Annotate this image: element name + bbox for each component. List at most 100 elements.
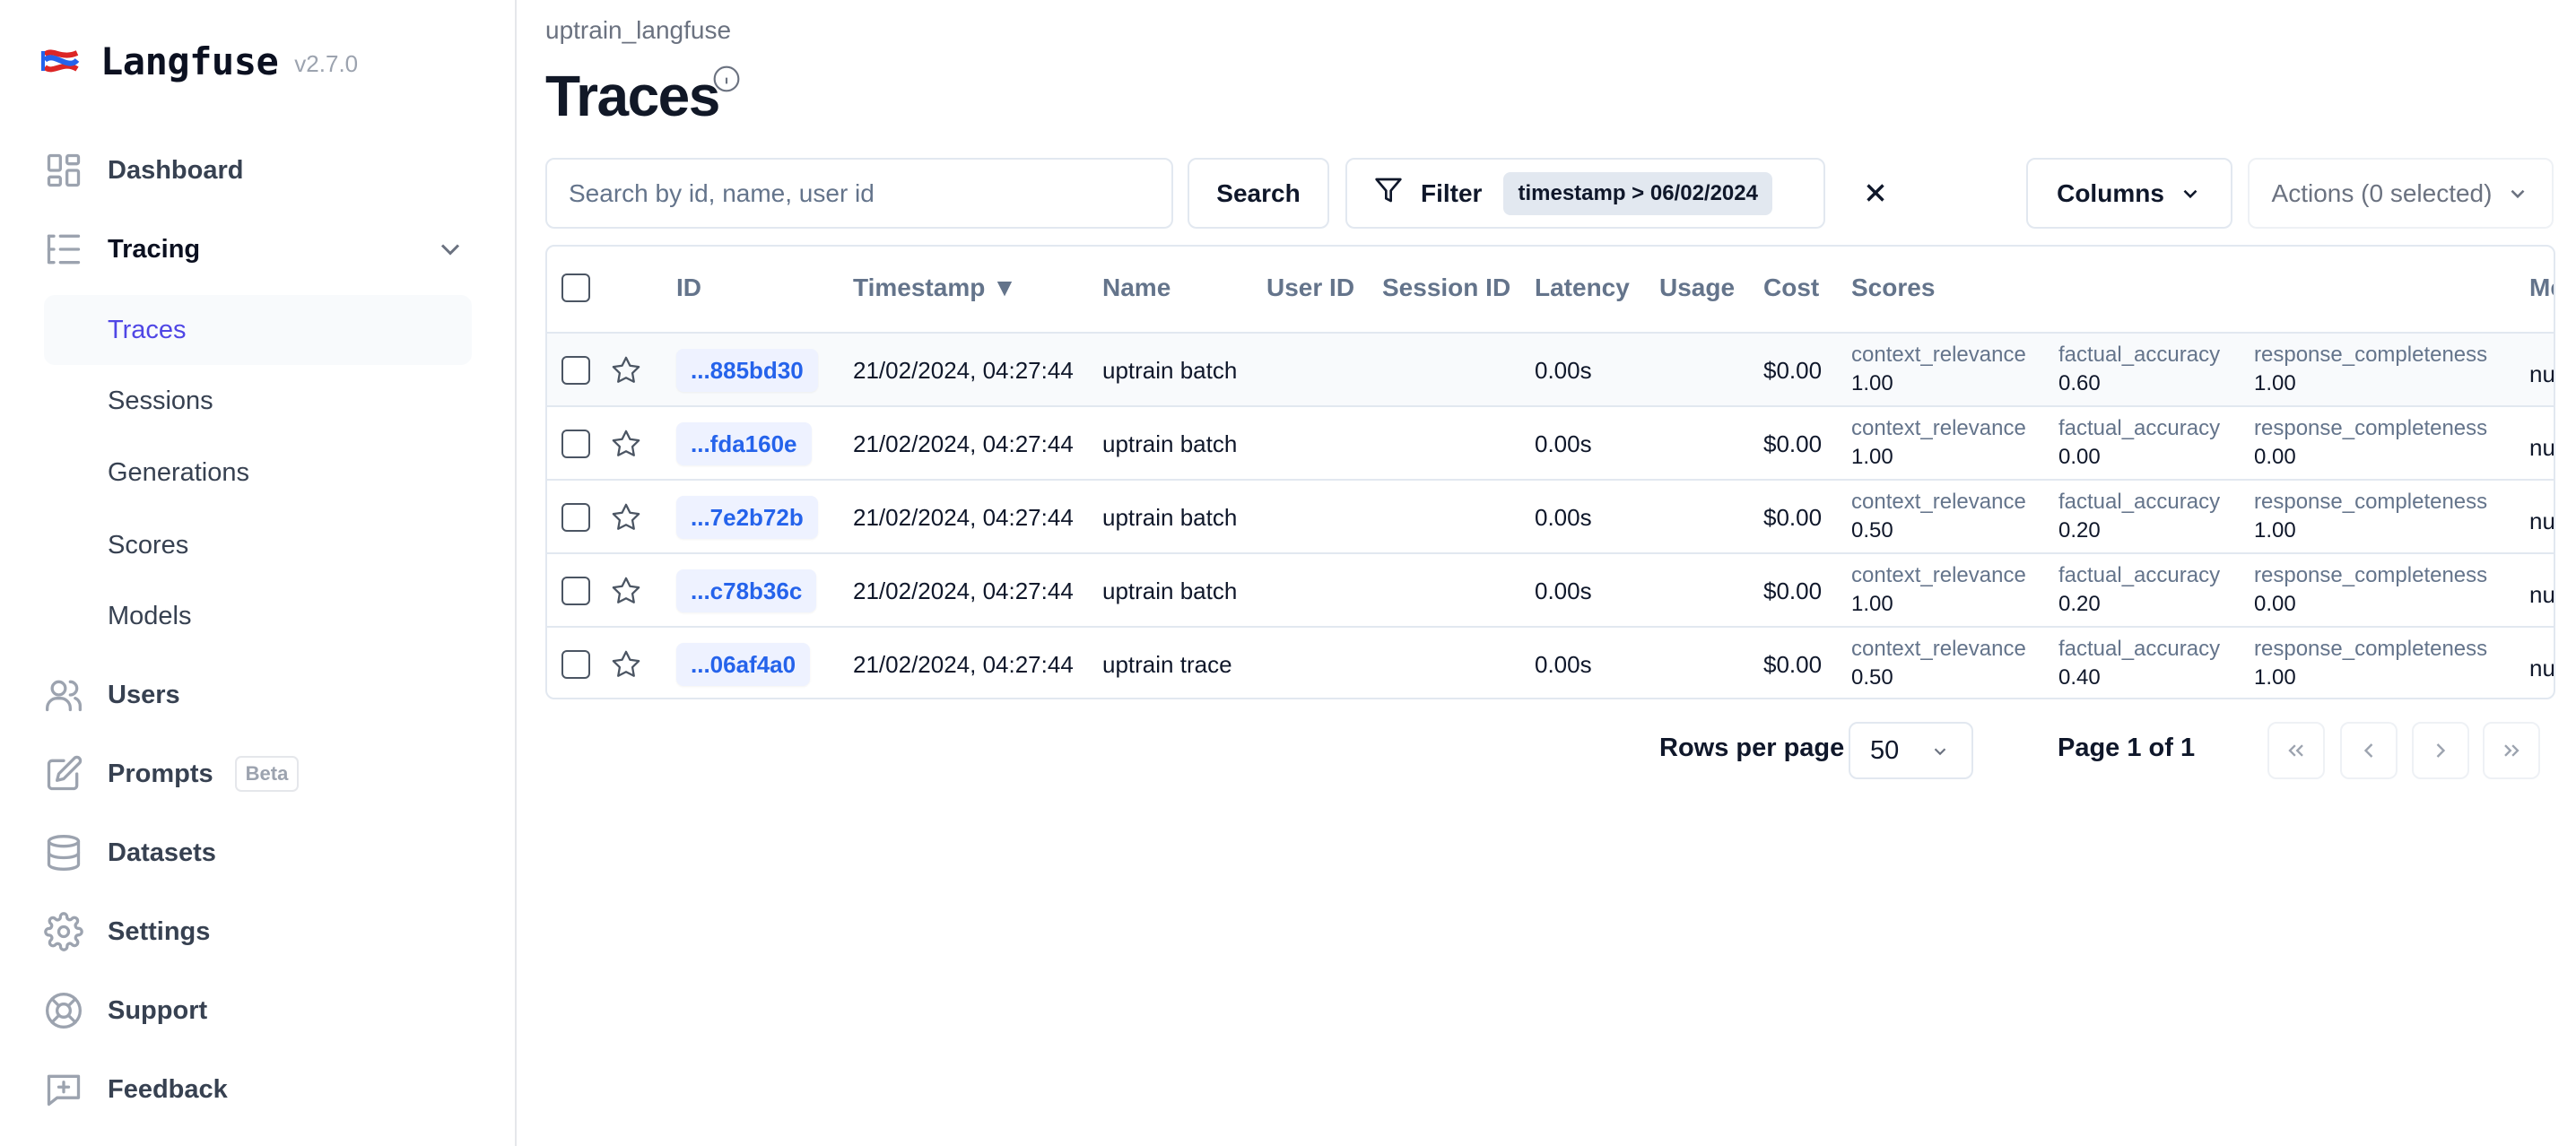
columns-button[interactable]: Columns bbox=[2026, 158, 2232, 229]
score-name: response_completeness bbox=[2254, 637, 2488, 661]
score-name: factual_accuracy bbox=[2058, 490, 2221, 514]
sidebar-subitem-generations[interactable]: Generations bbox=[44, 438, 472, 508]
latency-cell: 0.00s bbox=[1535, 651, 1592, 678]
breadcrumb[interactable]: uptrain_langfuse bbox=[545, 16, 731, 45]
cost-cell: $0.00 bbox=[1763, 504, 1823, 531]
column-header-session-id[interactable]: Session ID bbox=[1382, 273, 1510, 302]
column-header-cost[interactable]: Cost bbox=[1763, 273, 1819, 302]
tracing-icon bbox=[44, 230, 83, 269]
metadata-cell: nu bbox=[2529, 655, 2555, 682]
sidebar-subitem-traces[interactable]: Traces bbox=[44, 295, 472, 365]
column-header-scores[interactable]: Scores bbox=[1851, 273, 1935, 302]
sidebar-item-feedback[interactable]: Feedback bbox=[44, 1055, 472, 1124]
score-cell: context_relevance 1.00 bbox=[1851, 414, 2026, 472]
sidebar-item-dashboard[interactable]: Dashboard bbox=[44, 136, 472, 204]
sidebar-item-label: Users bbox=[108, 680, 180, 709]
timestamp-cell: 21/02/2024, 04:27:44 bbox=[853, 504, 1074, 531]
table-row[interactable]: ...885bd30 21/02/2024, 04:27:44 uptrain ba… bbox=[547, 334, 2554, 407]
score-value: 1.00 bbox=[2254, 371, 2296, 395]
gear-icon bbox=[44, 912, 83, 951]
score-cell: factual_accuracy 0.00 bbox=[2058, 414, 2220, 472]
score-name: context_relevance bbox=[1851, 416, 2026, 440]
table-row[interactable]: ...06af4a0 21/02/2024, 04:27:44 uptrain tr… bbox=[547, 628, 2555, 698]
sidebar-subitem-scores[interactable]: Scores bbox=[44, 510, 472, 580]
score-name: response_completeness bbox=[2254, 343, 2488, 367]
next-page-button[interactable] bbox=[2412, 722, 2469, 779]
star-icon[interactable] bbox=[611, 576, 641, 606]
score-name: response_completeness bbox=[2254, 416, 2488, 440]
row-checkbox[interactable] bbox=[561, 430, 590, 458]
filter-button[interactable]: Filter timestamp > 06/02/2024 bbox=[1345, 158, 1825, 229]
table-row[interactable]: ...c78b36c 21/02/2024, 04:27:44 uptrain ba… bbox=[547, 554, 2554, 628]
star-icon[interactable] bbox=[611, 429, 641, 459]
first-page-button[interactable] bbox=[2267, 722, 2325, 779]
previous-page-button[interactable] bbox=[2340, 722, 2398, 779]
score-value: 1.00 bbox=[2254, 665, 2296, 690]
search-input[interactable] bbox=[545, 158, 1173, 229]
name-cell: uptrain trace bbox=[1102, 651, 1232, 678]
table-row[interactable]: ...7e2b72b 21/02/2024, 04:27:44 uptrain ba… bbox=[547, 481, 2554, 554]
score-cell: response_completeness 1.00 bbox=[2254, 341, 2487, 398]
star-icon[interactable] bbox=[611, 355, 641, 386]
trace-id-link[interactable]: ...c78b36c bbox=[676, 569, 817, 612]
info-icon[interactable] bbox=[712, 65, 741, 93]
star-icon[interactable] bbox=[611, 649, 641, 680]
sidebar-subitem-models[interactable]: Models bbox=[44, 581, 472, 651]
sidebar-item-label: Dashboard bbox=[108, 155, 244, 185]
logo[interactable]: Langfuse v2.7.0 bbox=[41, 39, 358, 83]
score-value: 0.50 bbox=[1851, 665, 1893, 690]
trace-id-link[interactable]: ...7e2b72b bbox=[676, 496, 818, 539]
filter-chip: timestamp > 06/02/2024 bbox=[1503, 171, 1772, 215]
score-cell: context_relevance 0.50 bbox=[1851, 635, 2026, 692]
sidebar-subitem-sessions[interactable]: Sessions bbox=[44, 366, 472, 436]
sidebar-item-settings[interactable]: Settings bbox=[44, 898, 472, 966]
trace-id-link[interactable]: ...fda160e bbox=[676, 422, 812, 465]
row-checkbox[interactable] bbox=[561, 356, 590, 385]
sidebar-item-label: Prompts bbox=[108, 759, 213, 788]
column-header-name[interactable]: Name bbox=[1102, 273, 1171, 302]
traces-table: ID Timestamp ▼ Name User ID Session ID L… bbox=[545, 245, 2555, 699]
metadata-cell: nu bbox=[2529, 508, 2555, 534]
sidebar-item-tracing[interactable]: Tracing bbox=[44, 215, 472, 283]
chevrons-right-icon bbox=[2504, 744, 2519, 757]
rows-per-page-select[interactable]: 50 bbox=[1849, 722, 1973, 779]
row-checkbox[interactable] bbox=[561, 577, 590, 605]
score-value: 0.40 bbox=[2058, 665, 2101, 690]
star-icon[interactable] bbox=[611, 502, 641, 533]
trace-id-link[interactable]: ...885bd30 bbox=[676, 349, 818, 392]
column-header-id[interactable]: ID bbox=[676, 273, 701, 302]
app-name: Langfuse bbox=[100, 39, 279, 83]
sidebar-item-label: Settings bbox=[108, 916, 211, 946]
name-cell: uptrain batch bbox=[1102, 430, 1238, 457]
trace-id-link[interactable]: ...06af4a0 bbox=[676, 643, 811, 686]
column-header-usage[interactable]: Usage bbox=[1659, 273, 1735, 302]
sidebar: Langfuse v2.7.0 Dashboard Tracing Traces… bbox=[0, 0, 517, 1146]
column-header-latency[interactable]: Latency bbox=[1535, 273, 1630, 302]
row-checkbox[interactable] bbox=[561, 650, 590, 679]
last-page-button[interactable] bbox=[2483, 722, 2540, 779]
columns-label: Columns bbox=[2057, 178, 2164, 207]
sidebar-item-label: Datasets bbox=[108, 838, 216, 867]
sidebar-item-datasets[interactable]: Datasets bbox=[44, 819, 472, 887]
select-all-checkbox[interactable] bbox=[561, 273, 590, 302]
score-value: 1.00 bbox=[2254, 518, 2296, 543]
metadata-cell: nu bbox=[2529, 360, 2555, 387]
table-row[interactable]: ...fda160e 21/02/2024, 04:27:44 uptrain ba… bbox=[547, 407, 2554, 481]
sidebar-item-prompts[interactable]: Prompts Beta bbox=[44, 740, 472, 808]
dashboard-icon bbox=[44, 151, 83, 190]
score-cell: factual_accuracy 0.60 bbox=[2058, 341, 2220, 398]
filter-label: Filter bbox=[1421, 178, 1483, 207]
row-checkbox[interactable] bbox=[561, 503, 590, 532]
clear-filter-icon[interactable] bbox=[1860, 178, 1891, 208]
column-header-user-id[interactable]: User ID bbox=[1266, 273, 1354, 302]
score-cell: response_completeness 0.00 bbox=[2254, 561, 2487, 619]
metadata-cell: nu bbox=[2529, 434, 2555, 461]
search-button[interactable]: Search bbox=[1188, 158, 1329, 229]
sidebar-item-support[interactable]: Support bbox=[44, 977, 472, 1045]
column-header-metadata[interactable]: Me bbox=[2529, 273, 2554, 302]
column-header-timestamp[interactable]: Timestamp ▼ bbox=[853, 273, 1017, 302]
sidebar-item-users[interactable]: Users bbox=[44, 661, 472, 729]
chevron-down-icon[interactable] bbox=[434, 233, 466, 265]
latency-cell: 0.00s bbox=[1535, 504, 1592, 531]
actions-button[interactable]: Actions (0 selected) bbox=[2248, 158, 2554, 229]
